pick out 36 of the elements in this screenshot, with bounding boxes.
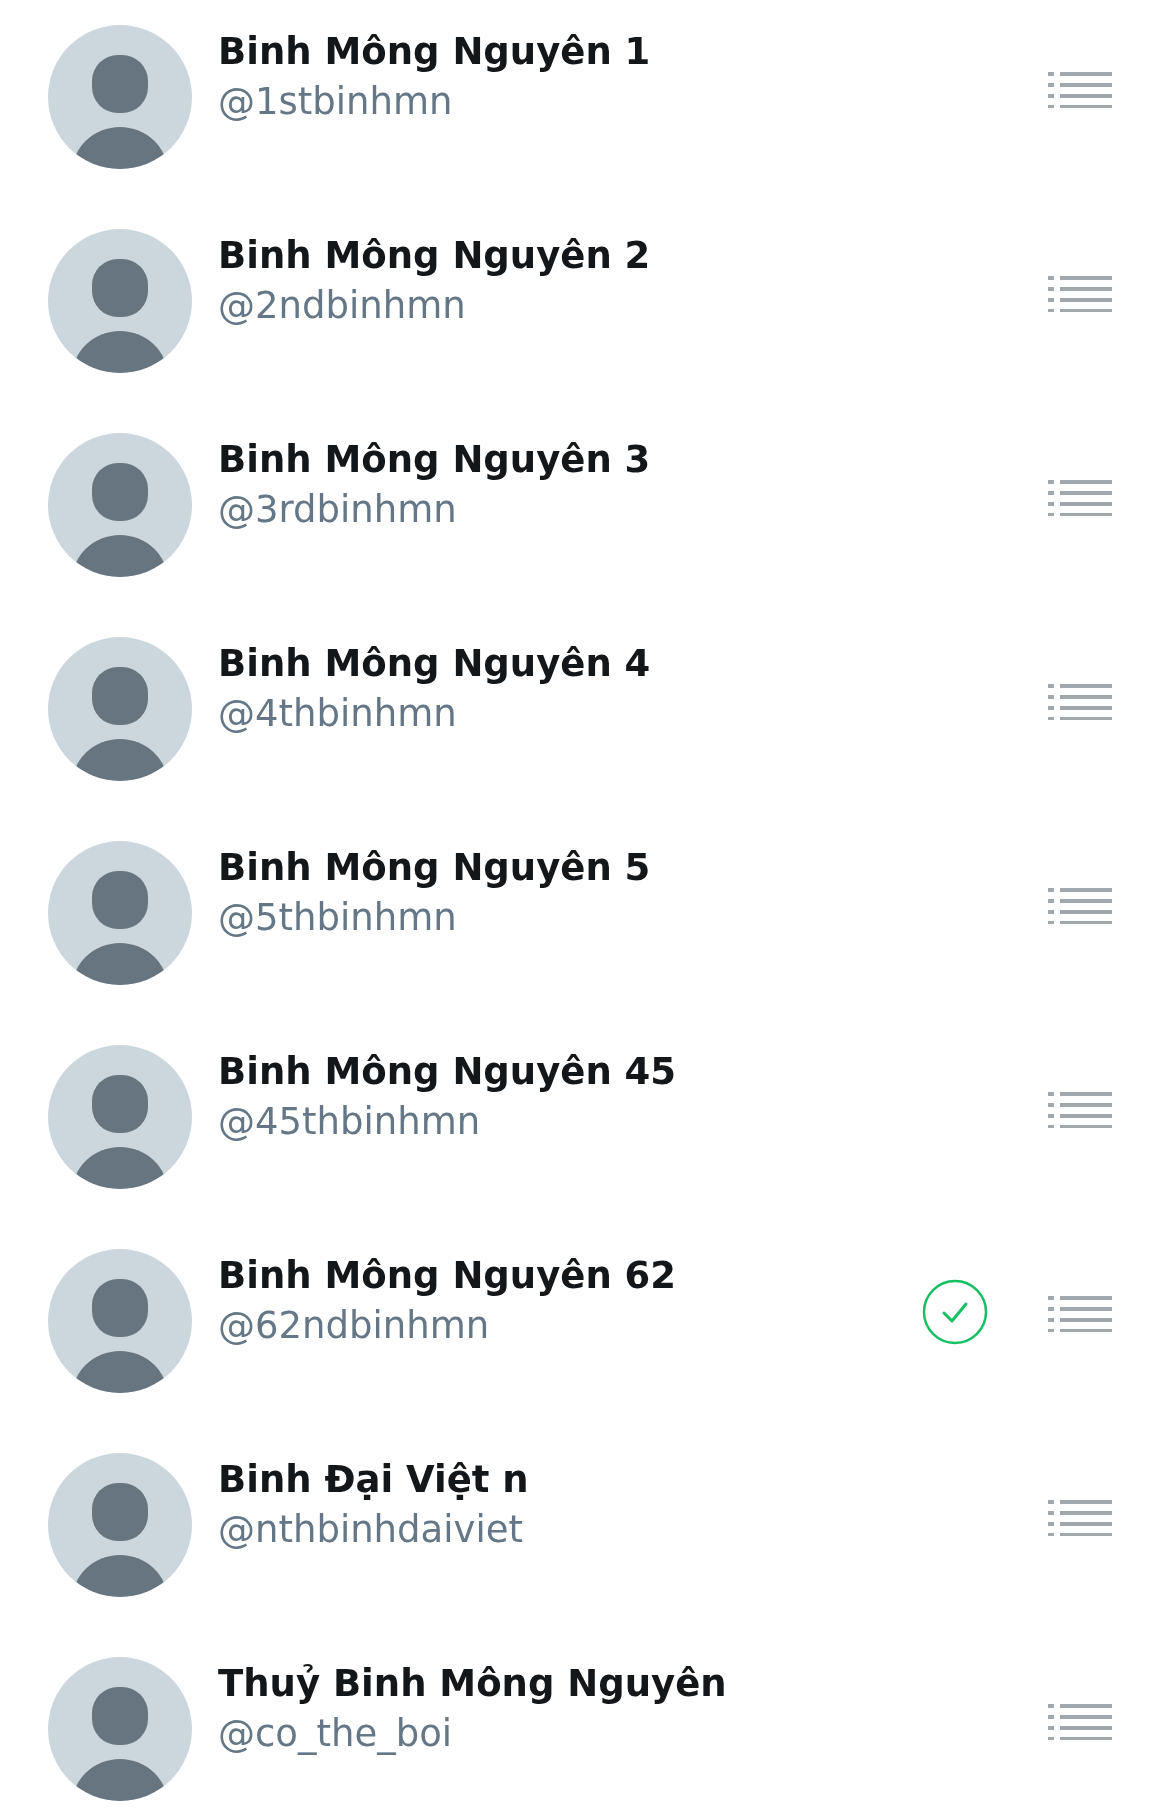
list-icon[interactable] [1048, 72, 1112, 108]
account-name: Binh Mông Nguyên 4 [218, 641, 652, 687]
avatar-icon [48, 1249, 192, 1393]
list-icon[interactable] [1048, 1500, 1112, 1536]
account-handle: @62ndbinhmn [218, 1303, 491, 1349]
account-name: Binh Mông Nguyên 62 [218, 1253, 678, 1299]
account-name: Thuỷ Binh Mông Nguyên [218, 1661, 728, 1707]
account-name: Binh Đại Việt n [218, 1457, 530, 1503]
avatar-icon [48, 1453, 192, 1597]
account-handle: @5thbinhmn [218, 895, 458, 941]
list-icon[interactable] [1048, 1092, 1112, 1128]
account-name: Binh Mông Nguyên 5 [218, 845, 652, 891]
account-handle: @2ndbinhmn [218, 283, 467, 329]
account-name: Binh Mông Nguyên 1 [218, 29, 652, 75]
list-icon[interactable] [1048, 684, 1112, 720]
list-icon[interactable] [1048, 480, 1112, 516]
avatar-icon [48, 1657, 192, 1801]
account-handle: @4thbinhmn [218, 691, 458, 737]
account-name: Binh Mông Nguyên 2 [218, 233, 652, 279]
account-handle: @3rdbinhmn [218, 487, 458, 533]
avatar-icon [48, 229, 192, 373]
account-handle: @co_the_boi [218, 1711, 454, 1757]
account-handle: @45thbinhmn [218, 1099, 482, 1145]
avatar-icon [48, 433, 192, 577]
account-handle: @nthbinhdaiviet [218, 1507, 524, 1553]
list-icon[interactable] [1048, 276, 1112, 312]
avatar-icon [48, 637, 192, 781]
account-name: Binh Mông Nguyên 3 [218, 437, 652, 483]
account-handle: @1stbinhmn [218, 79, 454, 125]
list-icon[interactable] [1048, 1704, 1112, 1740]
avatar-icon [48, 1045, 192, 1189]
account-name: Binh Mông Nguyên 45 [218, 1049, 678, 1095]
list-icon[interactable] [1048, 1296, 1112, 1332]
list-icon[interactable] [1048, 888, 1112, 924]
avatar-icon [48, 25, 192, 169]
avatar-icon [48, 841, 192, 985]
